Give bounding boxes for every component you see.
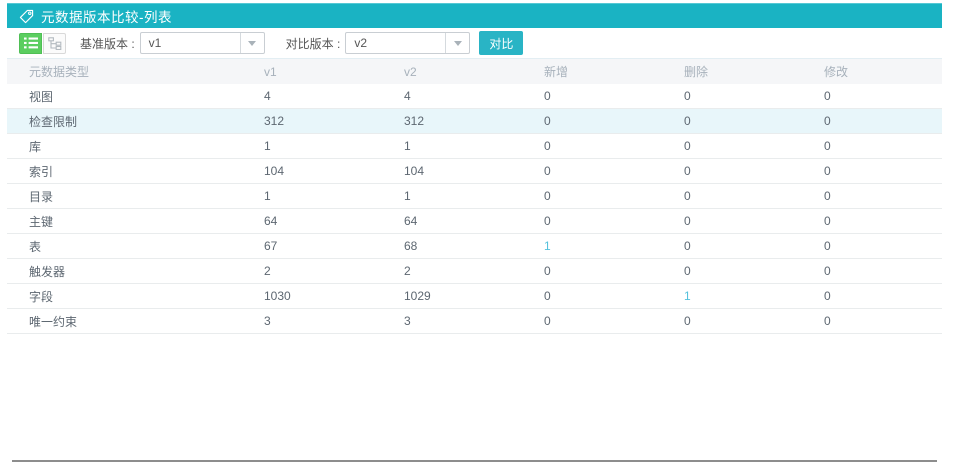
cell-added: 0 xyxy=(544,214,684,228)
compare-version-select[interactable]: v2 xyxy=(345,32,470,54)
view-toggle-group xyxy=(19,33,66,54)
cell-modified: 0 xyxy=(824,289,942,303)
base-version-select[interactable]: v1 xyxy=(140,32,265,54)
cell-deleted: 0 xyxy=(684,139,824,153)
cell-v1: 1 xyxy=(264,189,404,203)
cell-v1: 1 xyxy=(264,139,404,153)
compare-version-value: v2 xyxy=(346,36,445,50)
cell-v2: 4 xyxy=(404,89,544,103)
cell-metadata-type: 目录 xyxy=(29,188,264,205)
cell-modified: 0 xyxy=(824,164,942,178)
cell-v1: 64 xyxy=(264,214,404,228)
cell-v1: 104 xyxy=(264,164,404,178)
cell-v1: 312 xyxy=(264,114,404,128)
cell-deleted: 0 xyxy=(684,214,824,228)
cell-added: 0 xyxy=(544,164,684,178)
cell-modified: 0 xyxy=(824,214,942,228)
table-row[interactable]: 索引104104000 xyxy=(7,159,942,184)
chevron-down-icon xyxy=(240,33,264,53)
cell-deleted: 0 xyxy=(684,239,824,253)
cell-metadata-type: 字段 xyxy=(29,288,264,305)
cell-modified: 0 xyxy=(824,89,942,103)
cell-modified: 0 xyxy=(824,314,942,328)
cell-added: 0 xyxy=(544,114,684,128)
cell-modified: 0 xyxy=(824,139,942,153)
table-row[interactable]: 触发器22000 xyxy=(7,259,942,284)
cell-modified: 0 xyxy=(824,264,942,278)
cell-metadata-type: 视图 xyxy=(29,88,264,105)
list-view-button[interactable] xyxy=(19,33,42,54)
compare-version-label: 对比版本 : xyxy=(286,35,341,52)
toolbar: 基准版本 : v1 对比版本 : v2 对比 xyxy=(7,28,942,58)
cell-v2: 1 xyxy=(404,189,544,203)
table-row[interactable]: 视图44000 xyxy=(7,84,942,109)
cell-v2: 64 xyxy=(404,214,544,228)
table-row[interactable]: 库11000 xyxy=(7,134,942,159)
cell-added: 0 xyxy=(544,264,684,278)
chevron-down-icon xyxy=(445,33,469,53)
cell-v2: 68 xyxy=(404,239,544,253)
bottom-divider xyxy=(12,460,937,462)
list-icon xyxy=(24,37,38,49)
cell-v2: 1 xyxy=(404,139,544,153)
tag-icon xyxy=(19,9,34,24)
cell-metadata-type: 库 xyxy=(29,138,264,155)
cell-added: 0 xyxy=(544,314,684,328)
page-title: 元数据版本比较-列表 xyxy=(41,6,172,26)
cell-metadata-type: 表 xyxy=(29,238,264,255)
cell-added: 0 xyxy=(544,189,684,203)
column-header-added: 新增 xyxy=(544,63,684,80)
cell-metadata-type: 检查限制 xyxy=(29,113,264,130)
cell-metadata-type: 索引 xyxy=(29,163,264,180)
base-version-value: v1 xyxy=(141,36,240,50)
table-row[interactable]: 表6768100 xyxy=(7,234,942,259)
table-body: 视图44000检查限制312312000库11000索引104104000目录1… xyxy=(7,84,942,334)
cell-v2: 1029 xyxy=(404,289,544,303)
cell-metadata-type: 唯一约束 xyxy=(29,313,264,330)
table-row[interactable]: 唯一约束33000 xyxy=(7,309,942,334)
table-row[interactable]: 字段10301029010 xyxy=(7,284,942,309)
cell-deleted: 0 xyxy=(684,89,824,103)
cell-added[interactable]: 1 xyxy=(544,239,684,253)
cell-modified: 0 xyxy=(824,114,942,128)
column-header-deleted: 删除 xyxy=(684,63,824,80)
cell-v1: 2 xyxy=(264,264,404,278)
column-header-metadata-type: 元数据类型 xyxy=(29,63,264,80)
cell-v2: 3 xyxy=(404,314,544,328)
cell-deleted: 0 xyxy=(684,164,824,178)
cell-v2: 312 xyxy=(404,114,544,128)
tree-icon xyxy=(48,37,62,50)
cell-deleted: 0 xyxy=(684,114,824,128)
table-row[interactable]: 主键6464000 xyxy=(7,209,942,234)
table-row[interactable]: 目录11000 xyxy=(7,184,942,209)
compare-button[interactable]: 对比 xyxy=(479,31,523,55)
cell-v1: 4 xyxy=(264,89,404,103)
cell-v2: 2 xyxy=(404,264,544,278)
cell-added: 0 xyxy=(544,289,684,303)
cell-deleted: 0 xyxy=(684,264,824,278)
cell-deleted[interactable]: 1 xyxy=(684,289,824,303)
table-row[interactable]: 检查限制312312000 xyxy=(7,109,942,134)
cell-metadata-type: 主键 xyxy=(29,213,264,230)
cell-v1: 1030 xyxy=(264,289,404,303)
cell-added: 0 xyxy=(544,89,684,103)
metadata-compare-page: 元数据版本比较-列表 xyxy=(7,3,942,334)
page-title-bar: 元数据版本比较-列表 xyxy=(7,3,942,28)
cell-v2: 104 xyxy=(404,164,544,178)
tree-view-button[interactable] xyxy=(43,33,66,54)
cell-added: 0 xyxy=(544,139,684,153)
cell-deleted: 0 xyxy=(684,189,824,203)
column-header-v2: v2 xyxy=(404,65,544,79)
table-header-row: 元数据类型 v1 v2 新增 删除 修改 xyxy=(7,58,942,84)
cell-deleted: 0 xyxy=(684,314,824,328)
base-version-label: 基准版本 : xyxy=(80,35,135,52)
cell-v1: 67 xyxy=(264,239,404,253)
cell-v1: 3 xyxy=(264,314,404,328)
cell-modified: 0 xyxy=(824,239,942,253)
comparison-table: 元数据类型 v1 v2 新增 删除 修改 视图44000检查限制31231200… xyxy=(7,58,942,334)
column-header-modified: 修改 xyxy=(824,63,942,80)
cell-modified: 0 xyxy=(824,189,942,203)
cell-metadata-type: 触发器 xyxy=(29,263,264,280)
column-header-v1: v1 xyxy=(264,65,404,79)
